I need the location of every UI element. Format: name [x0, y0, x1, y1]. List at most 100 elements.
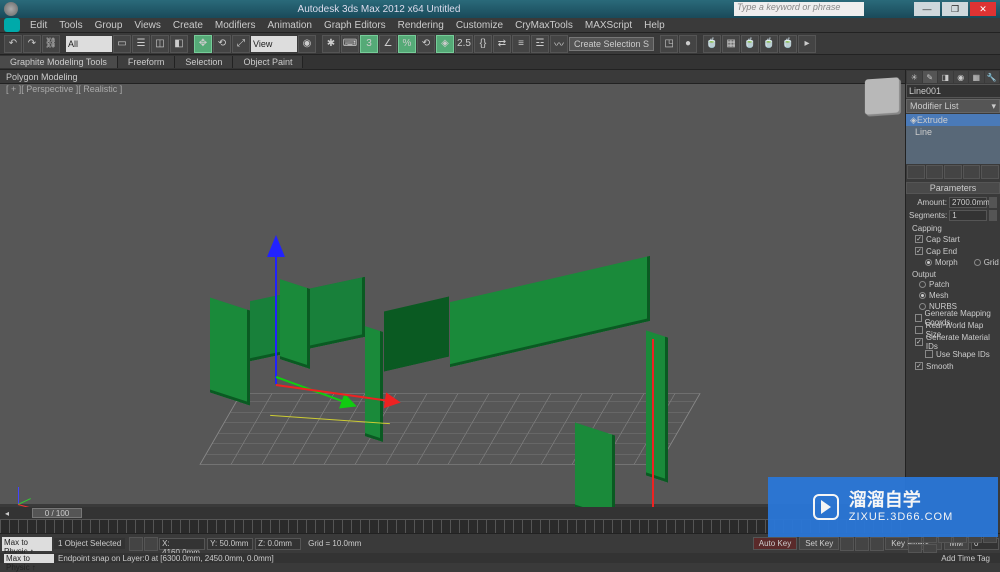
menu-create[interactable]: Create [167, 20, 209, 31]
segments-spinner[interactable]: 1 [949, 210, 987, 221]
morph-radio[interactable] [925, 259, 932, 266]
curve-editor-icon[interactable]: 〰 [550, 35, 568, 53]
menu-graph-editors[interactable]: Graph Editors [318, 20, 392, 31]
create-tab-icon[interactable]: ✳ [907, 71, 922, 83]
material-editor-icon[interactable]: ● [679, 35, 697, 53]
viewport-label[interactable]: [ + ][ Perspective ][ Realistic ] [6, 84, 122, 94]
modify-tab-icon[interactable]: ✎ [923, 71, 938, 83]
mesh-radio[interactable] [919, 292, 926, 299]
menu-help[interactable]: Help [638, 20, 671, 31]
time-slider-knob[interactable]: 0 / 100 [32, 508, 82, 518]
keyboard-shortcut-icon[interactable]: ⌨ [341, 35, 359, 53]
manipulate-icon[interactable]: ✱ [322, 35, 340, 53]
menu-maxscript[interactable]: MAXScript [579, 20, 638, 31]
amount-spinner[interactable]: 2700.0mm [949, 197, 987, 208]
maximize-viewport-icon[interactable] [923, 544, 937, 553]
patch-radio[interactable] [919, 281, 926, 288]
stack-item-extrude[interactable]: ◈ Extrude [906, 114, 1000, 126]
tab-freeform[interactable]: Freeform [118, 56, 176, 68]
close-button[interactable]: ✕ [970, 2, 996, 16]
x-coord-field[interactable]: X: 4160.0mm [159, 538, 205, 550]
menu-animation[interactable]: Animation [261, 20, 317, 31]
app-icon[interactable] [4, 2, 18, 16]
angle-snap-icon[interactable]: ∠ [379, 35, 397, 53]
menu-edit[interactable]: Edit [24, 20, 53, 31]
menu-customize[interactable]: Customize [450, 20, 509, 31]
minimize-button[interactable]: — [914, 2, 940, 16]
select-name-icon[interactable]: ☰ [132, 35, 150, 53]
maximize-button[interactable]: ❐ [942, 2, 968, 16]
render-last-icon[interactable]: ▸ [798, 35, 816, 53]
gizmo-z-axis-icon[interactable] [275, 244, 277, 384]
gen-mat-checkbox[interactable]: ✓ [915, 338, 923, 346]
prev-frame-icon[interactable] [840, 537, 854, 551]
window-crossing-icon[interactable]: ◧ [170, 35, 188, 53]
use-shape-checkbox[interactable] [925, 350, 933, 358]
maxscript-mini-button[interactable]: Max to Physic ↑ [4, 554, 54, 563]
cap-start-checkbox[interactable]: ✓ [915, 235, 923, 243]
script-listener-button[interactable]: Max to Physic ↑ [2, 537, 52, 551]
ribbon-sub[interactable]: Polygon Modeling [0, 70, 1000, 84]
motion-tab-icon[interactable]: ◉ [954, 71, 969, 83]
time-tag-button[interactable]: Add Time Tag [935, 554, 996, 563]
link-icon[interactable]: ⛓ [42, 35, 60, 53]
align-icon[interactable]: ≡ [512, 35, 530, 53]
render-iter-icon[interactable]: 🍵 [779, 35, 797, 53]
display-tab-icon[interactable]: ▦ [969, 71, 984, 83]
app-logo-icon[interactable] [4, 18, 20, 32]
y-coord-field[interactable]: Y: 50.0mm [207, 538, 253, 550]
undo-icon[interactable]: ↶ [4, 35, 22, 53]
smooth-checkbox[interactable]: ✓ [915, 362, 923, 370]
snap-toggle-icon[interactable]: 3 [360, 35, 378, 53]
edged-faces-icon[interactable]: ◈ [436, 35, 454, 53]
hierarchy-tab-icon[interactable]: ◨ [938, 71, 953, 83]
render-prod-icon[interactable]: 🍵 [760, 35, 778, 53]
fov-icon[interactable] [908, 544, 922, 553]
rotate-icon[interactable]: ⟲ [213, 35, 231, 53]
spinner-buttons-icon[interactable] [989, 197, 997, 208]
modifier-stack[interactable]: ◈ Extrude Line [906, 114, 1000, 164]
auto-key-button[interactable]: Auto Key [753, 537, 797, 550]
cap-end-checkbox[interactable]: ✓ [915, 247, 923, 255]
select-region-icon[interactable]: ◫ [151, 35, 169, 53]
menu-views[interactable]: Views [128, 20, 167, 31]
mirror-icon[interactable]: ⇄ [493, 35, 511, 53]
rendered-frame-icon[interactable]: ▦ [722, 35, 740, 53]
ref-coord-dropdown[interactable]: View [251, 36, 297, 52]
layers-icon[interactable]: ☲ [531, 35, 549, 53]
modifier-list-dropdown[interactable]: Modifier List▾ [906, 99, 1000, 113]
snap-2pt5-icon[interactable]: 2.5 [455, 35, 473, 53]
menu-group[interactable]: Group [89, 20, 129, 31]
play-icon[interactable] [855, 537, 869, 551]
menu-modifiers[interactable]: Modifiers [209, 20, 262, 31]
percent-snap-icon[interactable]: % [398, 35, 416, 53]
named-sel-icon[interactable]: {} [474, 35, 492, 53]
gen-map-checkbox[interactable] [915, 314, 922, 322]
render-icon[interactable]: 🍵 [741, 35, 759, 53]
schematic-icon[interactable]: ◳ [660, 35, 678, 53]
z-coord-field[interactable]: Z: 0.0mm [255, 538, 301, 550]
next-frame-icon[interactable] [870, 537, 884, 551]
search-input[interactable]: Type a keyword or phrase [734, 2, 864, 16]
isolate-icon[interactable] [144, 537, 158, 551]
menu-crymaxtools[interactable]: CryMaxTools [509, 20, 579, 31]
spinner-snap-icon[interactable]: ⟲ [417, 35, 435, 53]
show-end-result-icon[interactable] [926, 165, 944, 179]
tab-selection[interactable]: Selection [175, 56, 233, 68]
stack-item-line[interactable]: Line [906, 126, 1000, 138]
scale-icon[interactable]: ⤢ [232, 35, 250, 53]
pin-stack-icon[interactable] [907, 165, 925, 179]
make-unique-icon[interactable] [944, 165, 962, 179]
grid-radio[interactable] [974, 259, 981, 266]
configure-sets-icon[interactable] [981, 165, 999, 179]
real-world-checkbox[interactable] [915, 326, 923, 334]
utilities-tab-icon[interactable]: 🔧 [985, 71, 1000, 83]
viewcube-icon[interactable] [865, 77, 899, 115]
select-icon[interactable]: ▭ [113, 35, 131, 53]
rollout-parameters[interactable]: Parameters [906, 182, 1000, 194]
remove-modifier-icon[interactable] [963, 165, 981, 179]
set-key-button[interactable]: Set Key [799, 537, 839, 550]
redo-icon[interactable]: ↷ [23, 35, 41, 53]
prev-key-icon[interactable]: ◂ [0, 509, 14, 518]
tab-graphite[interactable]: Graphite Modeling Tools [0, 56, 118, 68]
